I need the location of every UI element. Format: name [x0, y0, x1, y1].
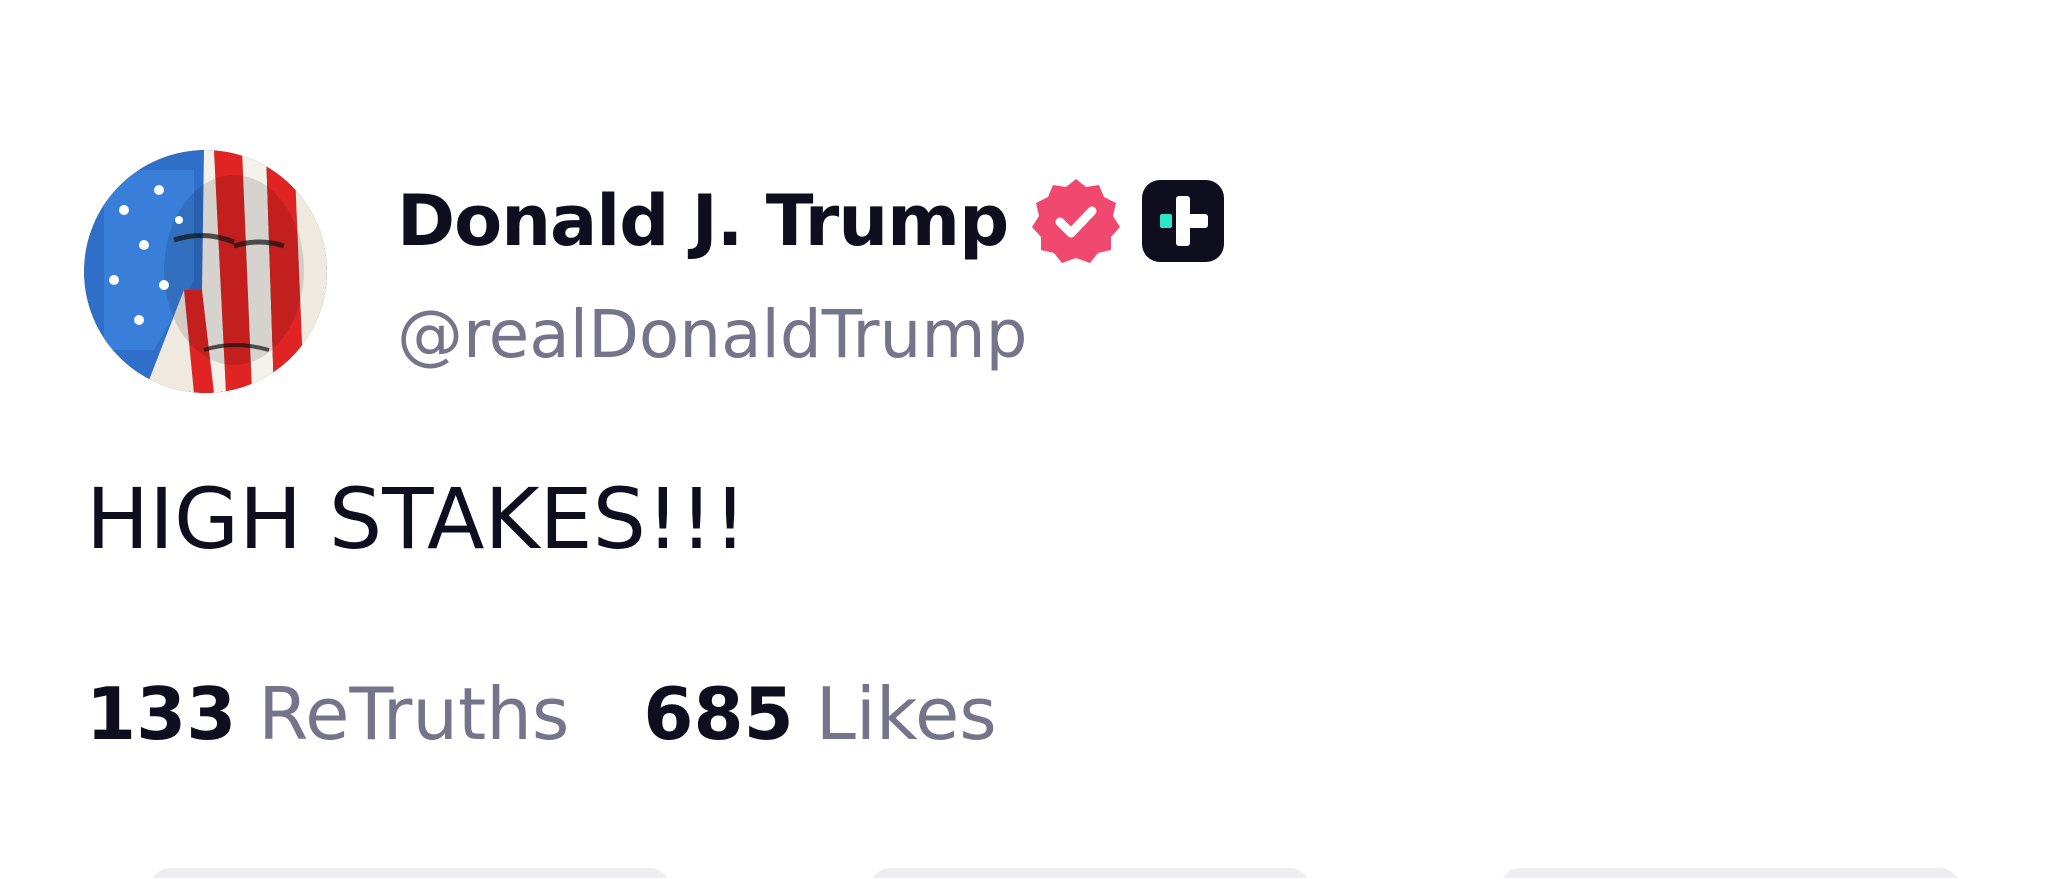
action-button-reply[interactable] [150, 868, 670, 878]
retruths-stat[interactable]: 133 ReTruths [86, 672, 569, 756]
author-display-name[interactable]: Donald J. Trump [397, 180, 1009, 262]
post-header: Donald J. Trump @realDonaldTrump [84, 150, 1226, 393]
likes-stat[interactable]: 685 Likes [643, 672, 996, 756]
action-button-like[interactable] [1500, 868, 1960, 878]
avatar-image [84, 150, 327, 393]
avatar[interactable] [84, 150, 327, 393]
action-bar [0, 868, 2048, 878]
action-button-retruth[interactable] [870, 868, 1310, 878]
author-identity: Donald J. Trump @realDonaldTrump [397, 150, 1226, 373]
post-content: HIGH STAKES!!! [86, 470, 747, 568]
verified-badge-icon [1030, 175, 1122, 267]
post-stats: 133 ReTruths 685 Likes [86, 672, 1071, 756]
truth-post: Donald J. Trump @realDonaldTrump HIGH ST… [0, 0, 2048, 878]
author-handle[interactable]: @realDonaldTrump [397, 296, 1226, 373]
retruths-label: ReTruths [258, 672, 570, 756]
plus-badge-icon [1140, 178, 1226, 264]
likes-count: 685 [643, 672, 794, 756]
likes-label: Likes [815, 672, 997, 756]
name-row: Donald J. Trump [397, 176, 1226, 266]
retruths-count: 133 [86, 672, 237, 756]
